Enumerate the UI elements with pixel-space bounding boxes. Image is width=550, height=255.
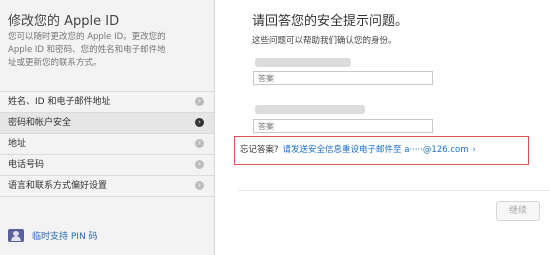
- chevron-right-icon: ›: [472, 145, 476, 155]
- sidebar-item-name-id-email[interactable]: 姓名、ID 和电子邮件地址 ›: [0, 91, 214, 112]
- sidebar-description: 您可以随时更改您的 Apple ID。更改您的 Apple ID 和密码、您的姓…: [8, 31, 208, 70]
- sidebar-item-label: 姓名、ID 和电子邮件地址: [8, 97, 111, 107]
- chevron-right-icon: ›: [195, 160, 204, 169]
- user-badge-icon: [8, 229, 24, 242]
- security-question-2-blurred: [255, 105, 365, 114]
- sidebar-item-label: 密码和帐户安全: [8, 118, 72, 128]
- sidebar-description-line: 址或更新您的联系方式。: [8, 58, 102, 68]
- answer-1-input[interactable]: [253, 71, 433, 85]
- divider: [238, 190, 550, 191]
- chevron-right-icon: ›: [195, 97, 204, 106]
- sidebar-item-language-preferences[interactable]: 语言和联系方式偏好设置 ›: [0, 175, 214, 197]
- sidebar-item-phone[interactable]: 电话号码 ›: [0, 154, 214, 175]
- page-title: 请回答您的安全提示问题。: [252, 14, 409, 29]
- sidebar-item-address[interactable]: 地址 ›: [0, 133, 214, 154]
- reset-email-link[interactable]: 请发送安全信息重设电子邮件至 a·····@126.com: [283, 145, 469, 155]
- sidebar-description-line: 您可以随时更改您的 Apple ID。更改您的: [8, 32, 166, 42]
- forgot-answers-box: 忘记答案? 请发送安全信息重设电子邮件至 a·····@126.com ›: [234, 136, 529, 165]
- forgot-answers-label: 忘记答案?: [240, 145, 279, 155]
- sidebar-title: 修改您的 Apple ID: [8, 14, 120, 29]
- chevron-right-icon: ›: [195, 181, 204, 190]
- support-pin-link[interactable]: 临时支持 PIN 码: [8, 229, 98, 242]
- sidebar-item-password-security[interactable]: 密码和帐户安全 ›: [0, 112, 214, 133]
- page-subtitle: 这些问题可以帮助我们确认您的身份。: [252, 36, 397, 46]
- chevron-right-icon: ›: [195, 118, 204, 127]
- security-question-1-blurred: [255, 58, 351, 67]
- sidebar-item-label: 语言和联系方式偏好设置: [8, 181, 108, 191]
- support-pin-label: 临时支持 PIN 码: [32, 232, 98, 242]
- continue-button[interactable]: 继续: [496, 201, 540, 221]
- chevron-right-icon: ›: [195, 139, 204, 148]
- sidebar-item-label: 地址: [8, 139, 27, 149]
- sidebar-item-label: 电话号码: [8, 160, 45, 170]
- answer-2-input[interactable]: [253, 119, 433, 133]
- sidebar-menu: 姓名、ID 和电子邮件地址 › 密码和帐户安全 › 地址 › 电话号码 › 语言…: [0, 91, 214, 197]
- sidebar: 修改您的 Apple ID 您可以随时更改您的 Apple ID。更改您的 Ap…: [0, 0, 215, 255]
- sidebar-description-line: Apple ID 和密码、您的姓名和电子邮件地: [8, 45, 166, 55]
